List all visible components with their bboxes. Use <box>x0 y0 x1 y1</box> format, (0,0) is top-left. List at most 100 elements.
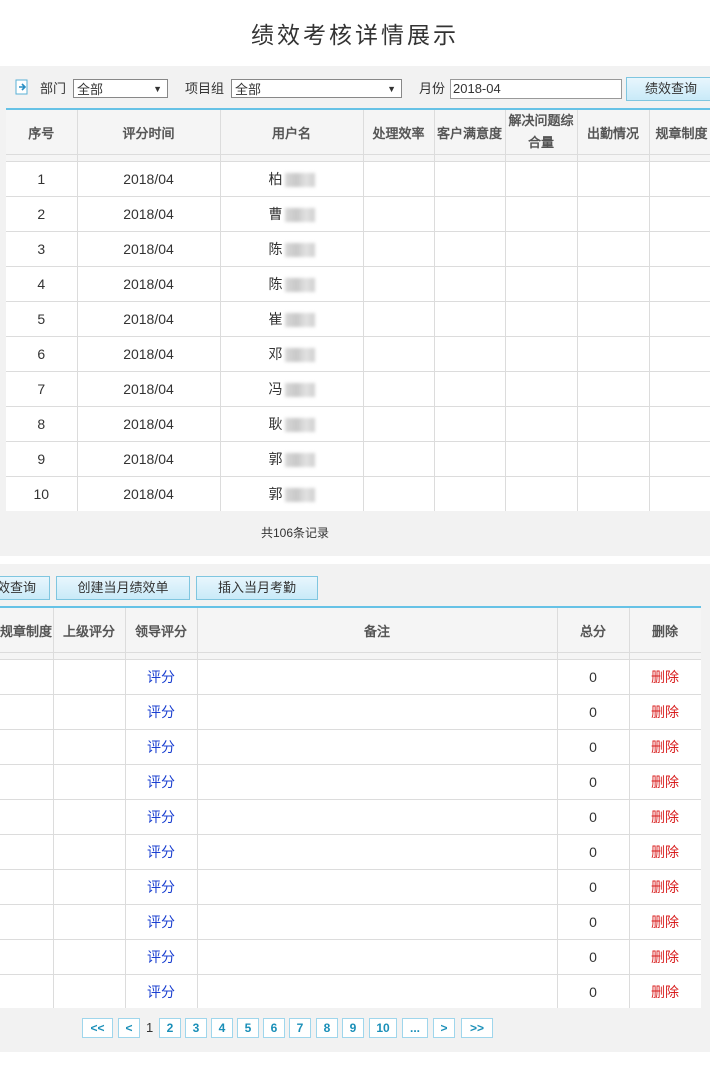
cell-index: 6 <box>6 336 78 372</box>
page-prev[interactable]: < <box>118 1018 140 1038</box>
page-2[interactable]: 2 <box>159 1018 181 1038</box>
cell-empty <box>577 371 650 407</box>
delete-link[interactable]: 删除 <box>651 879 679 895</box>
cell-empty <box>577 441 650 477</box>
cell-empty <box>363 476 435 511</box>
page-8[interactable]: 8 <box>316 1018 338 1038</box>
page-5[interactable]: 5 <box>237 1018 259 1038</box>
cell-score-time: 2018/04 <box>77 161 221 197</box>
cell-empty <box>505 371 578 407</box>
cell-rules <box>0 939 54 975</box>
cell-empty <box>649 371 710 407</box>
cell-empty <box>649 301 710 337</box>
cell-index: 4 <box>6 266 78 302</box>
delete-link[interactable]: 删除 <box>651 774 679 790</box>
cell-empty <box>577 406 650 442</box>
redacted-name-blur <box>284 418 315 433</box>
cell-empty <box>649 336 710 372</box>
cell-empty <box>363 196 435 232</box>
col-header-index: 序号 <box>6 109 78 155</box>
cell-leader-score: 评分 <box>125 869 198 905</box>
delete-link[interactable]: 删除 <box>651 809 679 825</box>
delete-link[interactable]: 删除 <box>651 739 679 755</box>
page-first[interactable]: << <box>82 1018 113 1038</box>
page-last[interactable]: >> <box>461 1018 493 1038</box>
score-link[interactable]: 评分 <box>147 844 175 860</box>
total-records: 共106条记录 <box>260 526 330 540</box>
cell-empty <box>434 441 506 477</box>
score-link[interactable]: 评分 <box>147 879 175 895</box>
cell-remarks <box>197 694 558 730</box>
cell-score-time: 2018/04 <box>77 406 221 442</box>
month-input[interactable]: 2018-04 <box>450 79 622 99</box>
cell-remarks <box>197 659 558 695</box>
cell-total: 0 <box>557 939 630 975</box>
page-9[interactable]: 9 <box>342 1018 364 1038</box>
score-link[interactable]: 评分 <box>147 949 175 965</box>
score-link[interactable]: 评分 <box>147 739 175 755</box>
table-row: 评分 0 删除 <box>0 974 701 1008</box>
page-current: 1 <box>146 1020 154 1035</box>
insert-attendance-button[interactable]: 插入当月考勤 <box>196 576 318 600</box>
score-link[interactable]: 评分 <box>147 669 175 685</box>
cell-leader-score: 评分 <box>125 904 198 940</box>
cell-empty <box>434 406 506 442</box>
cell-delete: 删除 <box>629 904 701 940</box>
delete-link[interactable]: 删除 <box>651 669 679 685</box>
table-row: 10 2018/04 郭 <box>6 476 710 511</box>
group-label: 项目组 <box>185 81 225 96</box>
cell-leader-score: 评分 <box>125 799 198 835</box>
performance-query-button-partial[interactable]: 效查询 <box>0 576 50 600</box>
cell-rules <box>0 834 54 870</box>
table-row: 评分 0 删除 <box>0 834 701 870</box>
page-7[interactable]: 7 <box>289 1018 311 1038</box>
cell-empty <box>363 301 435 337</box>
cell-superior-score <box>53 799 126 835</box>
delete-link[interactable]: 删除 <box>651 704 679 720</box>
cell-remarks <box>197 904 558 940</box>
page-10[interactable]: 10 <box>369 1018 397 1038</box>
page-6[interactable]: 6 <box>263 1018 285 1038</box>
score-link[interactable]: 评分 <box>147 704 175 720</box>
delete-link[interactable]: 删除 <box>651 949 679 965</box>
table-row: 6 2018/04 邓 <box>6 336 710 372</box>
group-select[interactable]: 全部 ▼ <box>231 79 402 98</box>
dept-select[interactable]: 全部 ▼ <box>73 79 168 98</box>
table-row: 3 2018/04 陈 <box>6 231 710 267</box>
performance-query-button[interactable]: 绩效查询 <box>626 77 710 101</box>
cell-superior-score <box>53 729 126 765</box>
score-link[interactable]: 评分 <box>147 774 175 790</box>
cell-superior-score <box>53 694 126 730</box>
username-text: 陈 <box>268 276 283 292</box>
redacted-name-blur <box>284 488 315 503</box>
username-text: 陈 <box>268 241 283 257</box>
cell-index: 1 <box>6 161 78 197</box>
page-ellipsis[interactable]: ... <box>402 1018 428 1038</box>
delete-link[interactable]: 删除 <box>651 984 679 1000</box>
cell-delete: 删除 <box>629 729 701 765</box>
cell-username: 冯 <box>220 371 364 407</box>
delete-link[interactable]: 删除 <box>651 914 679 930</box>
col-header-score-time: 评分时间 <box>77 109 221 155</box>
cell-total: 0 <box>557 974 630 1008</box>
score-link[interactable]: 评分 <box>147 914 175 930</box>
cell-remarks <box>197 799 558 835</box>
export-icon[interactable] <box>14 79 30 101</box>
page-next[interactable]: > <box>433 1018 455 1038</box>
cell-score-time: 2018/04 <box>77 231 221 267</box>
page-3[interactable]: 3 <box>185 1018 207 1038</box>
cell-empty <box>505 406 578 442</box>
table-header-row: 规章制度 上级评分 领导评分 备注 总分 删除 <box>0 607 701 653</box>
delete-link[interactable]: 删除 <box>651 844 679 860</box>
cell-empty <box>505 441 578 477</box>
create-monthly-sheet-button[interactable]: 创建当月绩效单 <box>56 576 190 600</box>
cell-empty <box>649 196 710 232</box>
table-row: 评分 0 删除 <box>0 939 701 975</box>
score-link[interactable]: 评分 <box>147 809 175 825</box>
group-select-value: 全部 <box>235 82 262 97</box>
score-link[interactable]: 评分 <box>147 984 175 1000</box>
redacted-name-blur <box>284 453 315 468</box>
cell-remarks <box>197 729 558 765</box>
page-4[interactable]: 4 <box>211 1018 233 1038</box>
table-row: 4 2018/04 陈 <box>6 266 710 302</box>
